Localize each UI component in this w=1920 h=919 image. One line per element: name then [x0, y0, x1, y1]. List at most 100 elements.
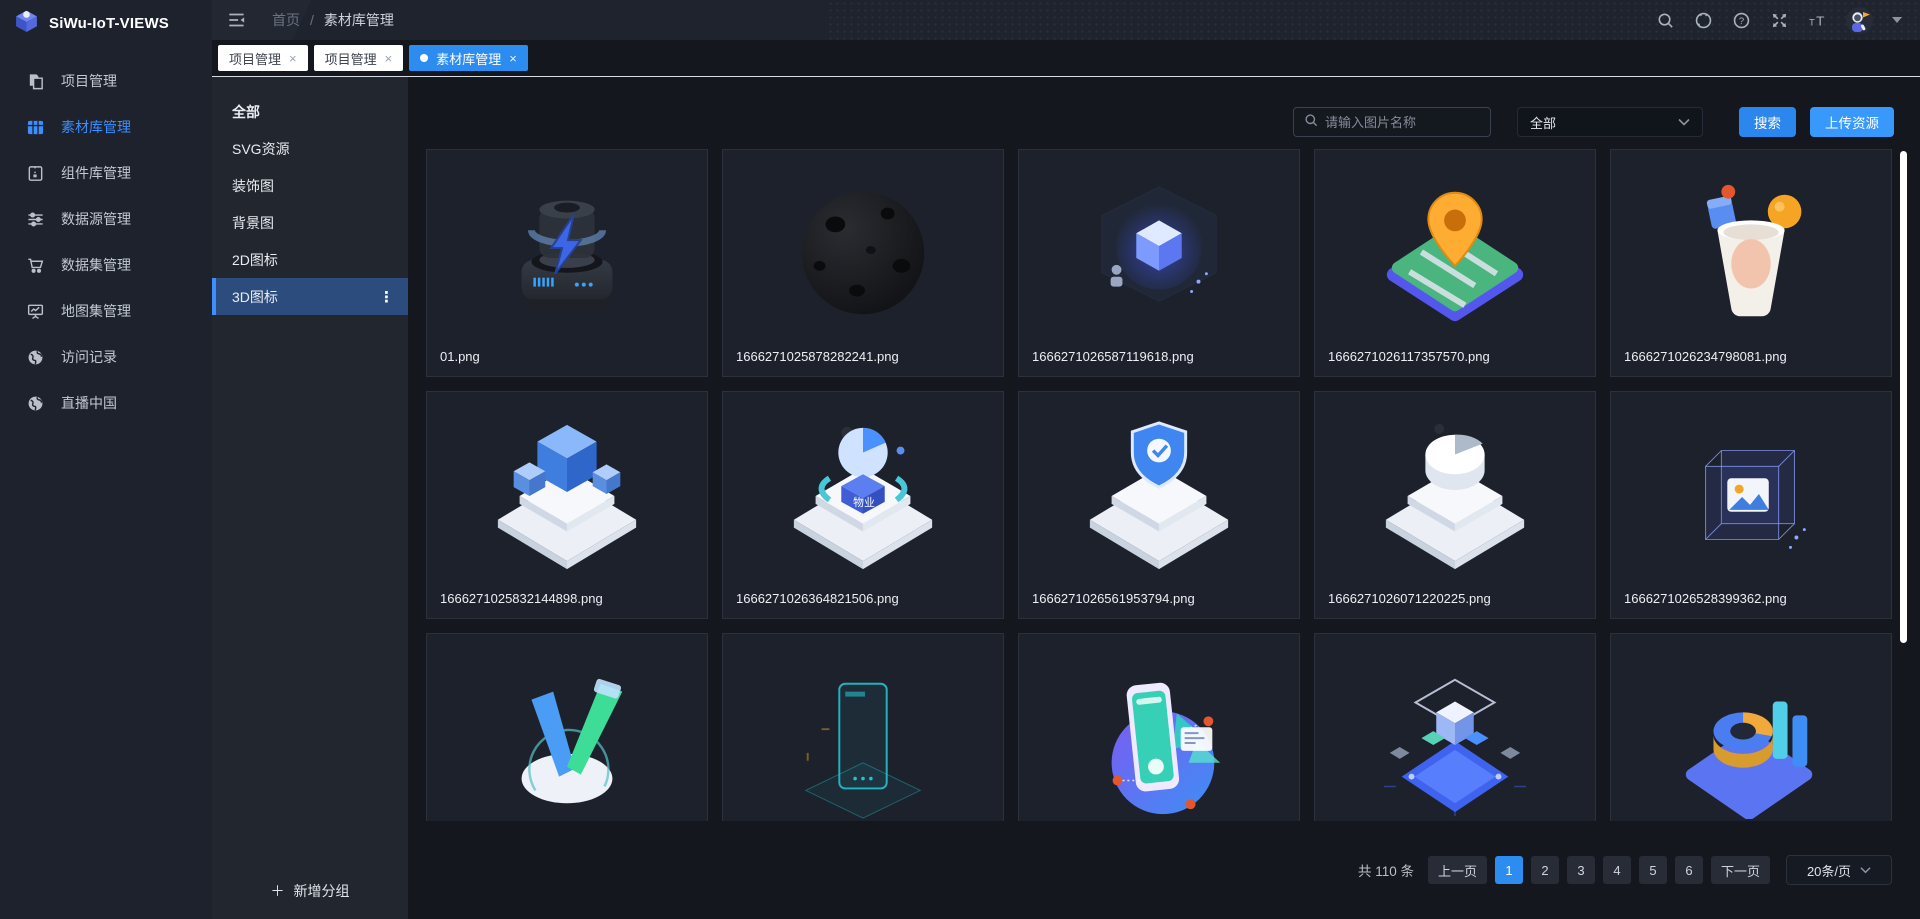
page-button-1[interactable]: 1 — [1495, 856, 1523, 884]
breadcrumb-separator: / — [310, 12, 314, 28]
page-button-2[interactable]: 2 — [1531, 856, 1559, 884]
close-icon[interactable]: × — [385, 52, 393, 65]
category-label: 装饰图 — [232, 176, 274, 196]
sidebar-item-5[interactable]: 地图集管理 — [0, 288, 212, 334]
asset-card[interactable] — [722, 633, 1004, 821]
tab-label: 项目管理 — [229, 49, 281, 68]
upload-resource-button[interactable]: 上传资源 — [1810, 107, 1894, 137]
category-label: 全部 — [232, 102, 260, 122]
asset-card[interactable] — [1314, 633, 1596, 821]
platform-cubes-image — [427, 392, 707, 591]
category-item-5[interactable]: 3D图标 ⋮ — [212, 278, 408, 315]
page-button-5[interactable]: 5 — [1639, 856, 1667, 884]
sidebar-nav: 项目管理素材库管理组件库管理数据源管理数据集管理地图集管理访问记录直播中国 — [0, 46, 212, 426]
prev-page-button[interactable]: 上一页 — [1428, 856, 1487, 884]
close-icon[interactable]: × — [509, 52, 517, 65]
asset-card[interactable]: 1666271025832144898.png — [426, 391, 708, 619]
app-title: SiWu-IoT-VIEWS — [49, 15, 169, 32]
asset-card[interactable] — [1018, 633, 1300, 821]
category-item-1[interactable]: SVG资源 — [212, 130, 408, 167]
search-box — [1293, 107, 1491, 137]
tab-2[interactable]: 素材库管理 × — [409, 45, 528, 71]
category-filter-select[interactable]: 全部 — [1517, 107, 1703, 137]
cube-chip-image — [1315, 634, 1595, 821]
sidebar-item-2[interactable]: 组件库管理 — [0, 150, 212, 196]
sidebar-item-1[interactable]: 素材库管理 — [0, 104, 212, 150]
total-count-label: 共 110 条 — [1358, 860, 1414, 880]
sidebar-item-label: 数据集管理 — [61, 255, 131, 275]
sidebar-item-4[interactable]: 数据集管理 — [0, 242, 212, 288]
asset-card[interactable] — [426, 633, 708, 821]
asset-card[interactable]: 1666271026117357570.png — [1314, 149, 1596, 377]
asset-filename: 01.png — [427, 349, 707, 376]
page-size-select[interactable]: 20条/页 — [1786, 855, 1892, 885]
tab-0[interactable]: 项目管理 × — [218, 45, 308, 71]
wireframe-kiosk-image — [723, 634, 1003, 821]
asset-card[interactable]: 物业1666271026364821506.png — [722, 391, 1004, 619]
user-avatar[interactable] — [1846, 7, 1873, 34]
logo-icon — [14, 8, 39, 38]
filter-selected-value: 全部 — [1530, 113, 1556, 132]
asset-card[interactable]: 1666271025878282241.png — [722, 149, 1004, 377]
category-item-0[interactable]: 全部 — [212, 93, 408, 130]
sidebar-item-3[interactable]: 数据源管理 — [0, 196, 212, 242]
sidebar-item-7[interactable]: 直播中国 — [0, 380, 212, 426]
v-logo-image — [427, 634, 707, 821]
category-item-4[interactable]: 2D图标 — [212, 241, 408, 278]
page-button-6[interactable]: 6 — [1675, 856, 1703, 884]
asset-filename: 1666271026528399362.png — [1611, 591, 1891, 618]
category-item-3[interactable]: 背景图 — [212, 204, 408, 241]
logo: SiWu-IoT-VIEWS — [0, 0, 212, 46]
breadcrumb-home[interactable]: 首页 — [272, 10, 300, 30]
sliders-icon — [26, 210, 45, 229]
search-button[interactable]: 搜索 — [1739, 107, 1796, 137]
platform-shield-image — [1019, 392, 1299, 591]
sidebar-item-0[interactable]: 项目管理 — [0, 58, 212, 104]
asset-card[interactable]: 1666271026561953794.png — [1018, 391, 1300, 619]
help-icon[interactable]: ? — [1732, 11, 1751, 30]
sidebar-item-label: 项目管理 — [61, 71, 117, 91]
category-label: 3D图标 — [232, 287, 278, 307]
image-name-search-input[interactable] — [1325, 115, 1480, 130]
grid-icon — [26, 118, 45, 137]
phone-ar-image — [1019, 634, 1299, 821]
asset-card[interactable]: 01.png — [426, 149, 708, 377]
sidebar: SiWu-IoT-VIEWS 项目管理素材库管理组件库管理数据源管理数据集管理地… — [0, 0, 212, 919]
asset-filename: 1666271026234798081.png — [1611, 349, 1891, 376]
scrollbar-thumb[interactable] — [1900, 151, 1907, 643]
asset-card[interactable]: 1666271026528399362.png — [1610, 391, 1892, 619]
next-page-button[interactable]: 下一页 — [1711, 856, 1770, 884]
package-icon — [26, 164, 45, 183]
add-group-button[interactable]: ＋ 新增分组 — [212, 863, 408, 919]
font-size-icon[interactable]: TT — [1808, 11, 1827, 30]
caret-down-icon[interactable] — [1892, 17, 1902, 24]
asset-filename: 1666271026071220225.png — [1315, 591, 1595, 618]
asset-card[interactable] — [1610, 633, 1892, 821]
fullscreen-icon[interactable] — [1770, 11, 1789, 30]
asset-filename: 1666271026117357570.png — [1315, 349, 1595, 376]
search-icon[interactable] — [1656, 11, 1675, 30]
category-label: SVG资源 — [232, 139, 290, 159]
collapse-menu-icon[interactable] — [226, 9, 248, 31]
category-item-2[interactable]: 装饰图 — [212, 167, 408, 204]
chevron-down-icon — [1678, 118, 1690, 126]
asset-filename: 1666271025878282241.png — [723, 349, 1003, 376]
asteroid-image — [723, 150, 1003, 349]
breadcrumb-current: 素材库管理 — [324, 10, 394, 30]
asset-card[interactable]: 1666271026587119618.png — [1018, 149, 1300, 377]
close-icon[interactable]: × — [289, 52, 297, 65]
toolbar: 全部 搜索 上传资源 — [426, 107, 1908, 137]
kebab-menu-icon[interactable]: ⋮ — [379, 288, 394, 306]
page-button-4[interactable]: 4 — [1603, 856, 1631, 884]
tab-label: 项目管理 — [325, 49, 377, 68]
page-button-3[interactable]: 3 — [1567, 856, 1595, 884]
donut-chart-image — [1611, 634, 1891, 821]
charging-device-image — [427, 150, 707, 349]
tab-1[interactable]: 项目管理 × — [314, 45, 404, 71]
asset-card[interactable]: 1666271026071220225.png — [1314, 391, 1596, 619]
asset-card[interactable]: 1666271026234798081.png — [1610, 149, 1892, 377]
sidebar-item-label: 地图集管理 — [61, 301, 131, 321]
github-icon[interactable] — [1694, 11, 1713, 30]
tab-label: 素材库管理 — [436, 49, 501, 68]
sidebar-item-6[interactable]: 访问记录 — [0, 334, 212, 380]
